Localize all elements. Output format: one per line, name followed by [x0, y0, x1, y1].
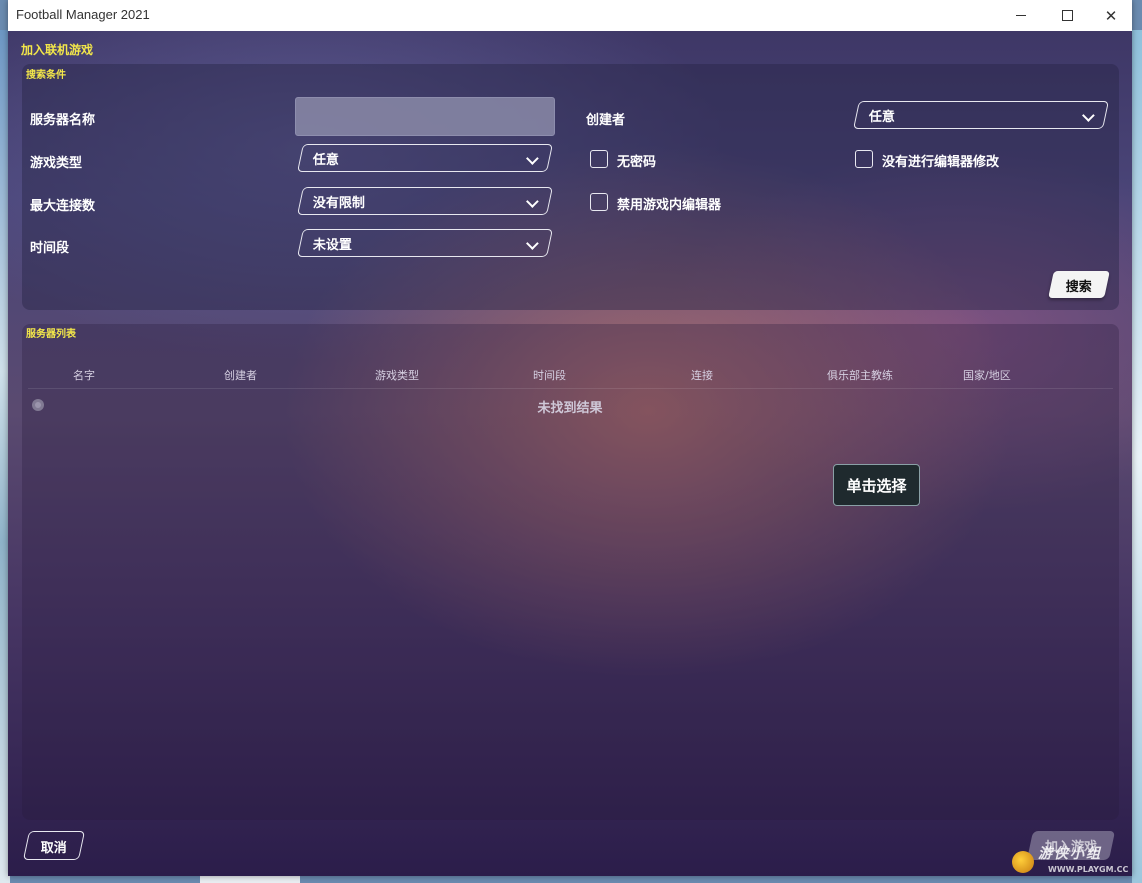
minimize-icon — [1016, 15, 1026, 16]
mascot-icon — [1012, 851, 1034, 873]
no-editor-mod-checkbox[interactable] — [855, 150, 873, 168]
column-header-game-type[interactable]: 游戏类型 — [375, 367, 419, 383]
window-title: Football Manager 2021 — [16, 7, 150, 22]
disable-ingame-editor-label: 禁用游戏内编辑器 — [617, 198, 722, 213]
max-connections-label: 最大连接数 — [30, 199, 96, 214]
cancel-button-label: 取消 — [40, 841, 67, 856]
no-password-label: 无密码 — [617, 155, 657, 170]
game-type-select[interactable]: 任意 — [297, 144, 553, 172]
time-period-label: 时间段 — [30, 241, 70, 256]
watermark-text: 游侠小组 — [1038, 846, 1102, 862]
minimize-button[interactable] — [998, 0, 1044, 31]
search-button-label: 搜索 — [1065, 280, 1092, 295]
column-header-connections[interactable]: 连接 — [691, 367, 713, 383]
desktop-taskbar-fragment — [200, 876, 300, 883]
click-to-select-tooltip: 单击选择 — [833, 464, 920, 506]
chevron-down-icon — [526, 152, 539, 165]
game-type-select-value: 任意 — [312, 153, 339, 168]
server-name-input[interactable] — [295, 97, 555, 136]
game-screen: 加入联机游戏 搜索条件 服务器名称 创建者 任意 游戏类型 任意 无密码 没有进… — [8, 31, 1132, 876]
maximize-icon — [1061, 10, 1073, 21]
creator-select[interactable]: 任意 — [853, 101, 1109, 129]
time-period-select[interactable]: 未设置 — [297, 229, 553, 257]
watermark-url: WWW.PLAYGM.CC — [1048, 865, 1129, 874]
server-name-label: 服务器名称 — [30, 113, 96, 128]
column-header-club-manager[interactable]: 俱乐部主教练 — [827, 367, 893, 383]
disable-ingame-editor-checkbox[interactable] — [590, 193, 608, 211]
close-button[interactable]: ✕ — [1088, 0, 1134, 31]
watermark-logo: 游侠小组 WWW.PLAYGM.CC — [1008, 843, 1130, 879]
creator-label: 创建者 — [586, 113, 626, 128]
chevron-down-icon — [526, 195, 539, 208]
search-criteria-label: 搜索条件 — [26, 70, 66, 81]
creator-select-value: 任意 — [868, 110, 895, 125]
title-bar: Football Manager 2021 ✕ — [8, 0, 1132, 32]
column-header-name[interactable]: 名字 — [73, 367, 95, 383]
time-period-select-value: 未设置 — [312, 238, 352, 253]
chevron-down-icon — [1082, 109, 1095, 122]
cancel-button[interactable]: 取消 — [22, 831, 86, 860]
no-password-checkbox[interactable] — [590, 150, 608, 168]
maximize-button[interactable] — [1044, 0, 1090, 31]
column-header-country[interactable]: 国家/地区 — [963, 367, 1011, 383]
search-button[interactable]: 搜索 — [1048, 271, 1110, 298]
column-header-time-period[interactable]: 时间段 — [533, 367, 566, 383]
header-divider — [28, 388, 1113, 389]
no-editor-mod-label: 没有进行编辑器修改 — [882, 155, 1000, 170]
chevron-down-icon — [526, 237, 539, 250]
desktop-background-right — [1132, 30, 1142, 883]
max-connections-select-value: 没有限制 — [312, 196, 365, 211]
server-list-label: 服务器列表 — [26, 329, 76, 340]
max-connections-select[interactable]: 没有限制 — [297, 187, 553, 215]
dialog-title: 加入联机游戏 — [21, 43, 94, 57]
column-header-creator[interactable]: 创建者 — [224, 367, 257, 383]
app-window: Football Manager 2021 ✕ 加入联机游戏 搜索条件 服务器名… — [8, 0, 1132, 876]
close-icon: ✕ — [1104, 6, 1118, 25]
empty-list-message: 未找到结果 — [537, 401, 603, 416]
game-type-label: 游戏类型 — [30, 156, 83, 171]
